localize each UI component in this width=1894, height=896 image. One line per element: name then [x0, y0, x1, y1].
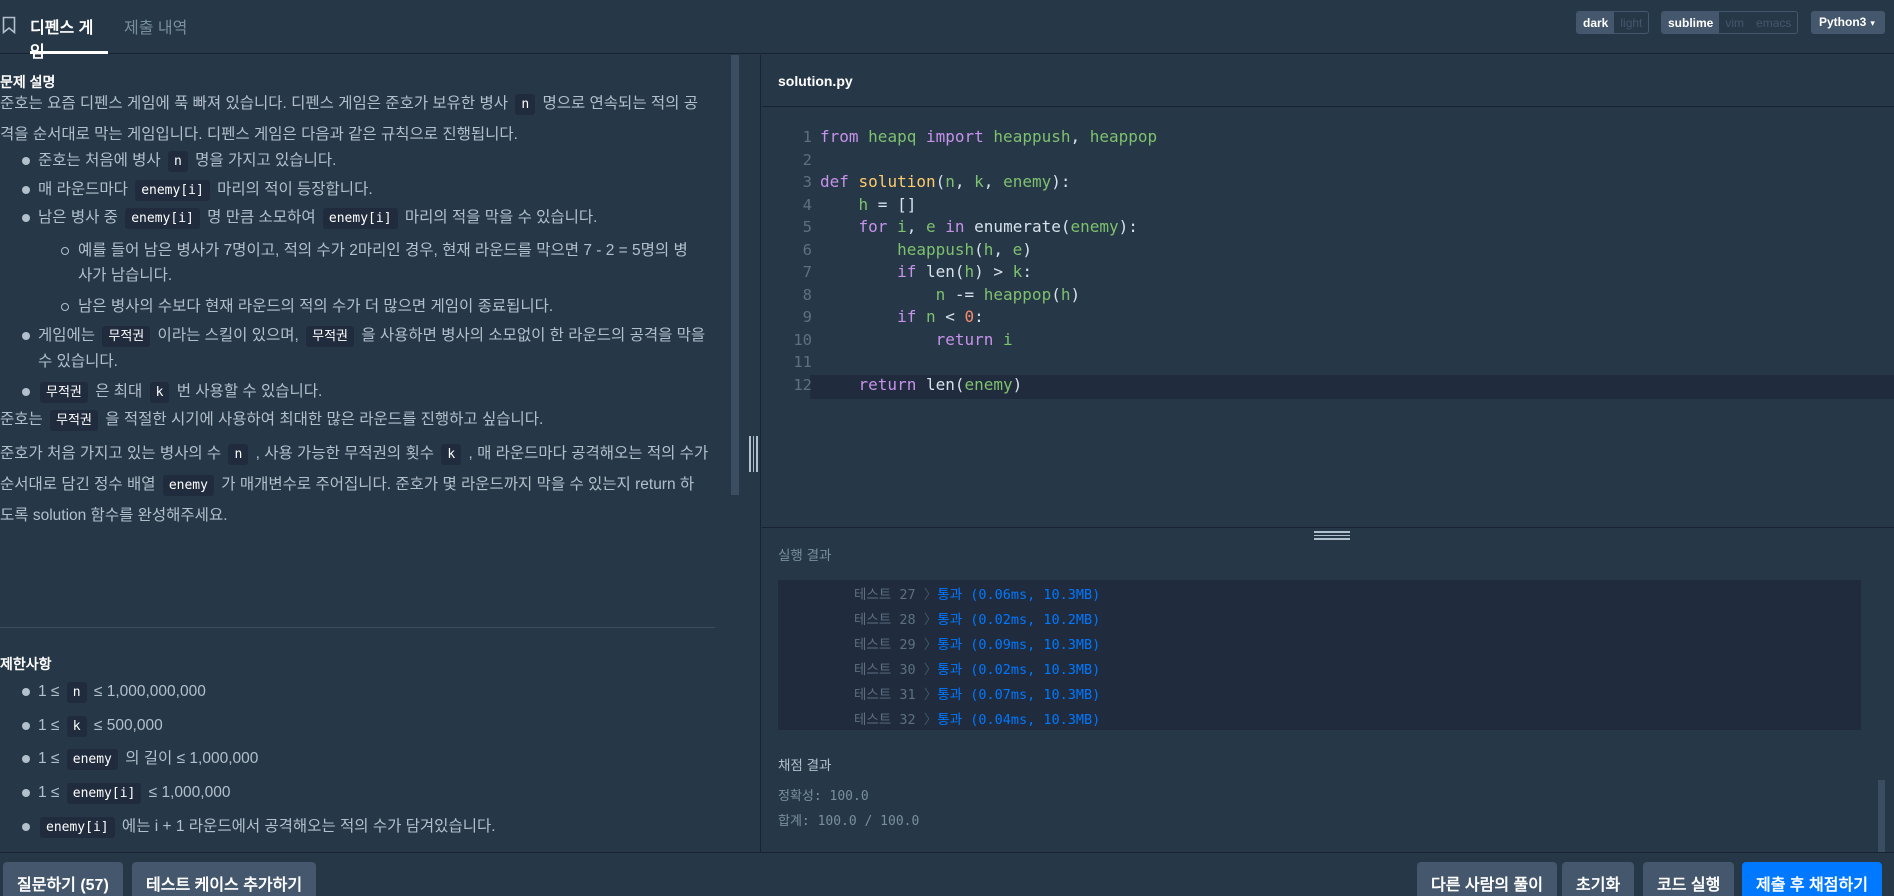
keymap-toggle: sublime vim emacs [1661, 11, 1799, 34]
bottom-bar: 질문하기 (57) 테스트 케이스 추가하기 다른 사람의 풀이 초기화 코드 … [0, 852, 1894, 896]
test-result-row: 테스트 32 〉통과 (0.04ms, 10.3MB) [854, 712, 1101, 728]
bullet [22, 157, 30, 165]
bullet [22, 214, 30, 222]
code-line: h = [] [858, 195, 917, 214]
code-editor[interactable]: 1 2 3 4 5 6 7 8 9 10 11 12 from heapq im… [762, 107, 1894, 527]
tab-problem[interactable]: 디펜스 게임 [30, 14, 108, 61]
grading-total: 합계: 100.0 / 100.0 [778, 814, 920, 829]
theme-toggle: dark light [1576, 11, 1650, 34]
bullet [22, 722, 30, 730]
code-line: if len(h) > k: [897, 262, 1032, 281]
goal-paragraph: 준호는 무적권 을 적절한 시기에 사용하여 최대한 많은 라운드를 진행하고 … [0, 405, 715, 436]
problem-description[interactable]: 문제 설명 준호는 요즘 디펜스 게임에 푹 빠져 있습니다. 디펜스 게임은 … [0, 55, 730, 852]
run-code-button[interactable]: 코드 실행 [1643, 862, 1735, 896]
line-number: 1 [802, 128, 812, 146]
line-number: 7 [802, 263, 812, 281]
tab-submissions[interactable]: 제출 내역 [124, 14, 187, 54]
line-number: 5 [802, 218, 812, 236]
horizontal-resize-handle[interactable] [1314, 531, 1350, 540]
submit-button[interactable]: 제출 후 채점하기 [1742, 862, 1882, 896]
code-line: def solution(n, k, enemy): [820, 172, 1071, 191]
bullet [22, 755, 30, 763]
editor-header: solution.py [762, 55, 1894, 107]
rule-item: 무적권 은 최대 k 번 사용할 수 있습니다. [38, 379, 322, 405]
line-number: 2 [802, 151, 812, 169]
results-scrollbar[interactable] [1878, 780, 1885, 852]
task-paragraph: 준호가 처음 가지고 있는 병사의 수 n , 사용 가능한 무적권의 횟수 k… [0, 444, 709, 524]
bullet [22, 332, 30, 340]
bullet [61, 247, 69, 255]
constraint-item: 1 ≤ n ≤ 1,000,000,000 [38, 679, 206, 705]
editor-filename: solution.py [778, 73, 853, 89]
line-number: 12 [793, 376, 812, 394]
divider [0, 627, 715, 628]
test-result-row: 테스트 29 〉통과 (0.09ms, 10.3MB) [854, 637, 1101, 653]
keymap-option-vim[interactable]: vim [1719, 12, 1750, 33]
chevron-down-icon: ▾ [1870, 18, 1875, 28]
test-result-row: 테스트 28 〉통과 (0.02ms, 10.2MB) [854, 612, 1101, 628]
line-number: 3 [802, 173, 812, 191]
results-output[interactable]: 테스트 27 〉통과 (0.06ms, 10.3MB) 테스트 28 〉통과 (… [778, 580, 1861, 730]
language-select[interactable]: Python3 ▾ [1811, 11, 1885, 34]
constraints-heading: 제한사항 [0, 656, 52, 672]
line-number: 10 [793, 331, 812, 349]
line-number: 6 [802, 241, 812, 259]
code-line: n -= heappop(h) [935, 285, 1081, 304]
bullet [22, 388, 30, 396]
rule-item: 매 라운드마다 enemy[i] 마리의 적이 등장합니다. [38, 177, 373, 203]
code-line: if n < 0: [897, 307, 984, 326]
results-divider [762, 527, 1894, 528]
code-line: return i [935, 330, 1013, 349]
bookmark-icon[interactable] [2, 16, 16, 34]
keymap-option-emacs[interactable]: emacs [1750, 12, 1797, 33]
intro-paragraph: 준호는 요즘 디펜스 게임에 푹 빠져 있습니다. 디펜스 게임은 준호가 보유… [0, 94, 698, 143]
rule-item: 게임에는 무적권 이라는 스킬이 있으며, 무적권 을 사용하면 병사의 소모없… [38, 326, 706, 370]
code-line: from heapq import heappush, heappop [820, 127, 1158, 146]
rule-item: 남은 병사 중 enemy[i] 명 만큼 소모하여 enemy[i] 마리의 … [38, 205, 598, 231]
ask-question-button[interactable]: 질문하기 (57) [3, 862, 123, 896]
results-title: 실행 결과 [778, 548, 832, 563]
grading-title: 채점 결과 [778, 758, 832, 773]
bullet [61, 303, 69, 311]
rule-subitem: 남은 병사의 수보다 현재 라운드의 적의 수가 더 많으면 게임이 종료됩니다… [78, 298, 554, 315]
constraint-item: 1 ≤ enemy[i] ≤ 1,000,000 [38, 780, 230, 806]
keymap-option-sublime[interactable]: sublime [1662, 12, 1720, 33]
rule-subitem: 예를 들어 남은 병사가 7명이고, 적의 수가 2마리인 경우, 현재 라운드… [78, 242, 688, 284]
code-line: heappush(h, e) [897, 240, 1032, 259]
rule-item: 준호는 처음에 병사 n 명을 가지고 있습니다. [38, 148, 336, 174]
test-result-row: 테스트 31 〉통과 (0.07ms, 10.3MB) [854, 687, 1101, 703]
test-result-row: 테스트 27 〉통과 (0.06ms, 10.3MB) [854, 587, 1101, 603]
code-line: return len(enemy) [858, 375, 1023, 394]
bullet [22, 186, 30, 194]
grading-accuracy: 정확성: 100.0 [778, 789, 869, 804]
constraint-item: 1 ≤ enemy 의 길이 ≤ 1,000,000 [38, 746, 258, 772]
constraint-item: enemy[i] 에는 i + 1 라운드에서 공격해오는 적의 수가 담겨있습… [38, 814, 496, 840]
bullet [22, 789, 30, 797]
line-number: 4 [802, 196, 812, 214]
top-bar: 디펜스 게임 제출 내역 dark light sublime vim emac… [0, 0, 1894, 61]
theme-option-light[interactable]: light [1614, 12, 1648, 33]
test-result-row: 테스트 30 〉통과 (0.02ms, 10.3MB) [854, 662, 1101, 678]
add-test-case-button[interactable]: 테스트 케이스 추가하기 [132, 862, 317, 896]
bullet [22, 823, 30, 831]
description-scrollbar[interactable] [731, 55, 739, 495]
vertical-resize-handle[interactable] [749, 436, 758, 472]
line-number: 8 [802, 286, 812, 304]
others-solutions-button[interactable]: 다른 사람의 풀이 [1417, 862, 1557, 896]
line-number: 9 [802, 308, 812, 326]
bullet [22, 688, 30, 696]
language-label: Python3 [1819, 15, 1867, 29]
reset-button[interactable]: 초기화 [1562, 862, 1635, 896]
theme-option-dark[interactable]: dark [1577, 12, 1615, 33]
constraint-item: 1 ≤ k ≤ 500,000 [38, 713, 163, 739]
line-number: 11 [793, 353, 812, 371]
code-line: for i, e in enumerate(enemy): [858, 217, 1138, 236]
